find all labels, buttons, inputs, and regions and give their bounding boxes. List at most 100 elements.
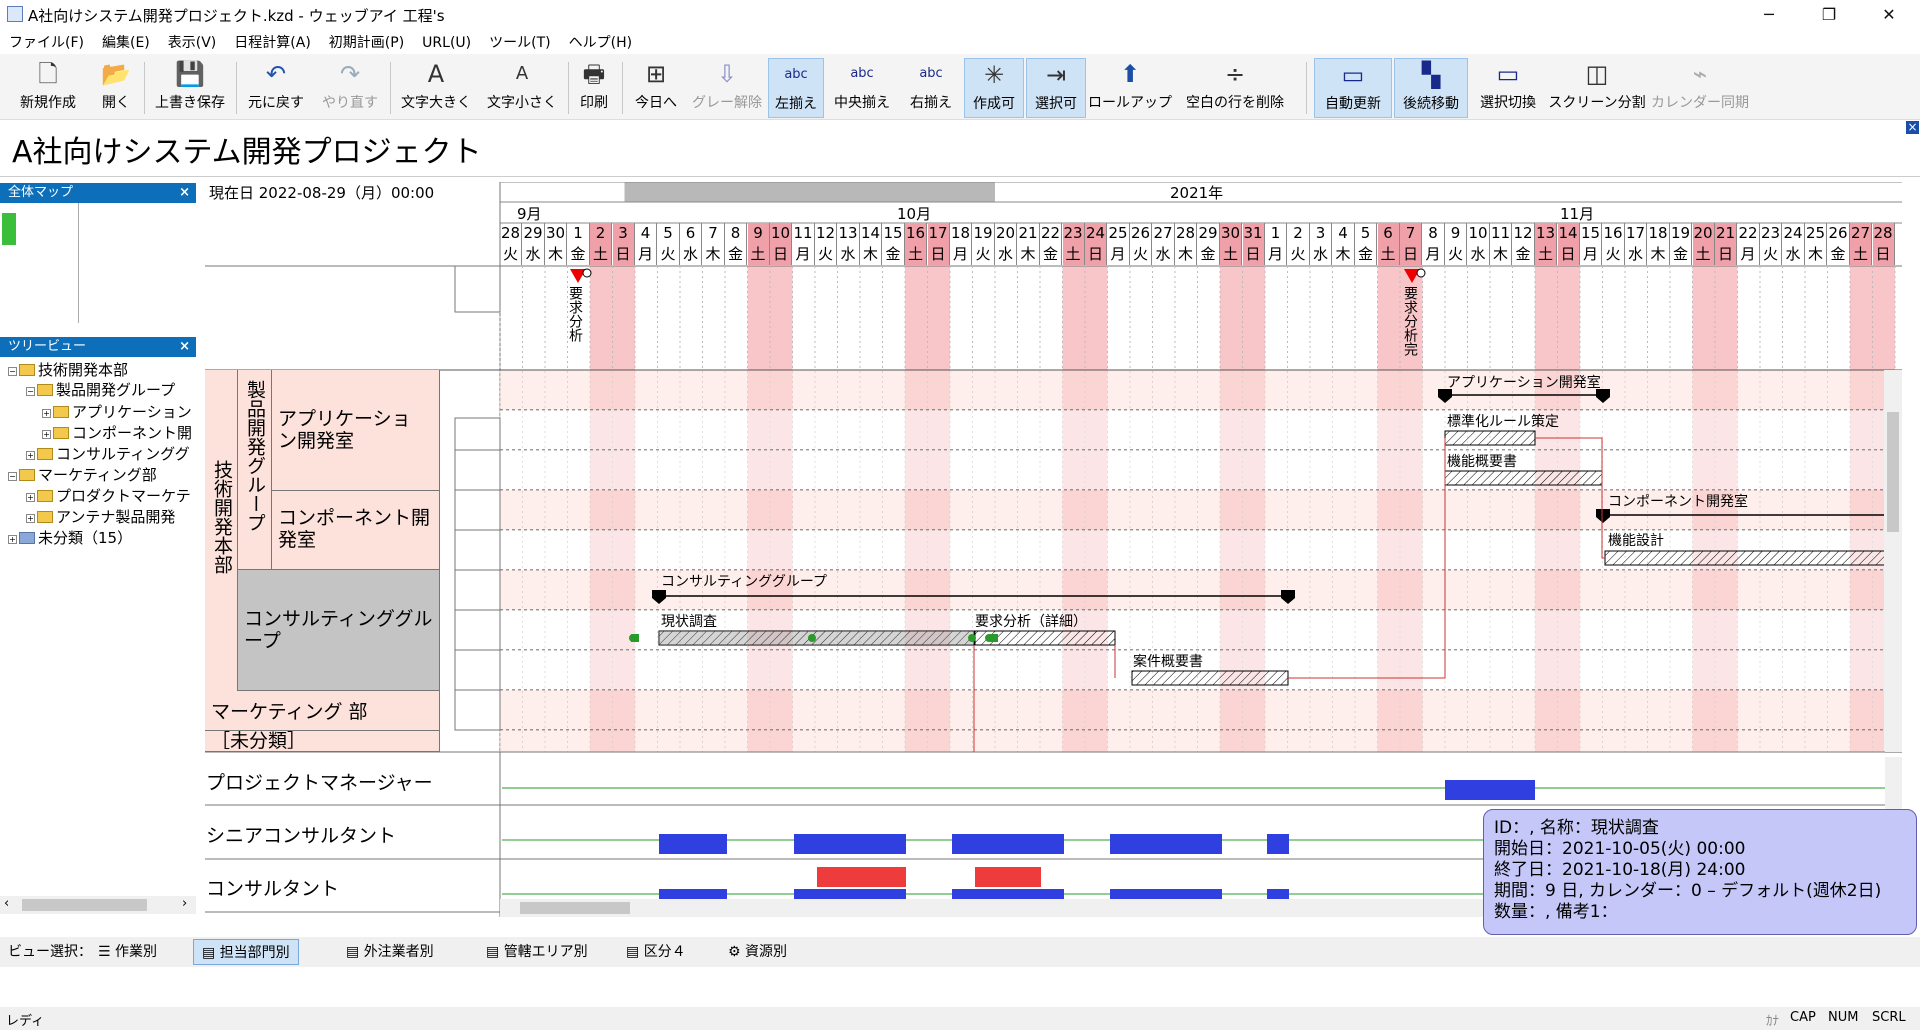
view-by-resource[interactable]: ⚙ 資源別: [720, 939, 795, 965]
maximize-button[interactable]: ❐: [1800, 0, 1858, 30]
row-box: [454, 489, 501, 531]
menu-view[interactable]: 表示(V): [159, 30, 226, 52]
row-header-app[interactable]: アプリケーション開発室: [272, 370, 440, 491]
calendar-sync-button[interactable]: ⌁ カレンダー同期: [1650, 58, 1750, 118]
tree-item-application[interactable]: + アプリケーション: [42, 401, 192, 422]
close-button[interactable]: ✕: [1860, 0, 1918, 30]
weekday-label: 土: [750, 245, 766, 263]
area-view-icon: ▤: [486, 944, 504, 960]
weekday-label: 日: [930, 245, 946, 263]
view-by-dept[interactable]: ▤ 担当部門別: [193, 939, 299, 965]
selection-toggle-button[interactable]: ▭ 選択切換: [1472, 58, 1544, 118]
row-band: [500, 690, 1900, 730]
tree-item-product-marketing[interactable]: + プロダクトマーケテ: [26, 485, 191, 506]
expand-icon[interactable]: +: [42, 409, 51, 418]
ungray-label: グレー解除: [692, 95, 762, 111]
scroll-right-icon[interactable]: ›: [182, 896, 187, 911]
delete-blank-rows-button[interactable]: ÷ 空白の行を削除: [1176, 58, 1294, 118]
select-enable-icon: ⇥: [1045, 61, 1067, 89]
day-header-cell: 20 土: [1692, 223, 1715, 265]
row-header-unclassified[interactable]: ［未分類］: [205, 730, 440, 752]
tree-item-marketing[interactable]: − マーケティング部: [8, 464, 157, 485]
auto-update-button[interactable]: ▭ 自動更新: [1314, 58, 1392, 118]
today-button[interactable]: ⊞ 今日へ: [626, 58, 686, 118]
screen-split-button[interactable]: ◫ スクリーン分割: [1548, 58, 1646, 118]
menu-initial-plan[interactable]: 初期計画(P): [320, 30, 413, 52]
folder-icon: [53, 406, 69, 418]
day-header-cell: 30 木: [545, 223, 567, 265]
create-enable-button[interactable]: ✳ 作成可: [964, 58, 1024, 118]
collapse-icon[interactable]: −: [8, 367, 17, 376]
close-title-icon[interactable]: ×: [1906, 121, 1919, 134]
row-header-group[interactable]: 製品開発グループ: [238, 370, 272, 570]
view-by-class4[interactable]: ▤ 区分４: [618, 939, 694, 965]
view-by-task[interactable]: ☰ 作業別: [90, 939, 165, 965]
rollup-button[interactable]: ⬆ ロールアップ: [1088, 58, 1172, 118]
tree-item-component[interactable]: + コンポーネント開: [42, 422, 192, 443]
select-enable-button[interactable]: ⇥ 選択可: [1026, 58, 1086, 118]
weekday-label: 土: [592, 245, 608, 263]
folder-icon: [19, 469, 35, 481]
menu-help[interactable]: ヘルプ(H): [560, 30, 641, 52]
app-icon: [7, 6, 23, 22]
row-header-marketing[interactable]: マーケティング 部: [205, 691, 440, 731]
overview-map[interactable]: [0, 203, 196, 323]
expand-icon[interactable]: +: [26, 493, 35, 502]
font-larger-icon: A: [427, 60, 445, 88]
font-larger-button[interactable]: A 文字大きく: [394, 58, 478, 118]
expand-icon[interactable]: +: [26, 451, 35, 460]
row-header-comp[interactable]: コンポーネント開発室: [272, 491, 440, 570]
undo-button[interactable]: ↶ 元に戻す: [240, 58, 312, 118]
expand-icon[interactable]: +: [42, 430, 51, 439]
menu-edit[interactable]: 編集(E): [93, 30, 159, 52]
open-button[interactable]: 📂 開く: [92, 58, 140, 118]
new-button[interactable]: 🗋 新規作成: [6, 58, 90, 118]
day-header-cell: 28 日: [1872, 223, 1895, 265]
screen-split-icon: ◫: [1585, 60, 1609, 88]
menu-file[interactable]: ファイル(F): [0, 30, 93, 52]
expand-icon[interactable]: +: [26, 514, 35, 523]
minimize-button[interactable]: ─: [1740, 0, 1798, 30]
tree-item-product-group[interactable]: − 製品開発グループ: [26, 379, 175, 400]
save-button[interactable]: 💾 上書き保存: [148, 58, 232, 118]
day-header-cell: 3水: [1310, 223, 1332, 265]
task-label: 機能概要書: [1447, 454, 1517, 470]
tree-item-unclassified[interactable]: + 未分類（15）: [8, 527, 132, 548]
redo-label: やり直す: [322, 95, 378, 111]
ungray-button[interactable]: ⇩ グレー解除: [688, 58, 766, 118]
menu-tools[interactable]: ツール(T): [480, 30, 559, 52]
day-header-cell: 15 金: [883, 223, 905, 265]
font-smaller-button[interactable]: A 文字小さく: [480, 58, 564, 118]
day-header-cell: 12 火: [815, 223, 837, 265]
tree-close-icon[interactable]: ×: [179, 337, 190, 357]
align-center-button[interactable]: abc 中央揃え: [826, 58, 898, 118]
tree-hscrollbar[interactable]: ‹ ›: [0, 896, 196, 914]
scroll-left-icon[interactable]: ‹: [4, 896, 9, 911]
align-right-button[interactable]: abc 右揃え: [900, 58, 962, 118]
overview-close-icon[interactable]: ×: [179, 183, 190, 203]
project-title-bar: A社向けシステム開発プロジェクト ×: [0, 121, 1920, 177]
align-right-icon: abc: [919, 66, 943, 81]
resource-bar: [794, 834, 906, 854]
expand-icon[interactable]: +: [8, 535, 17, 544]
tree-item-antenna[interactable]: + アンテナ製品開発: [26, 506, 175, 527]
weekday-label: 土: [907, 245, 923, 263]
marketing-label: マーケティング 部: [211, 701, 368, 723]
align-left-button[interactable]: abc 左揃え: [768, 58, 824, 118]
view-by-vendor[interactable]: ▤ 外注業者別: [338, 939, 442, 965]
menu-url[interactable]: URL(U): [413, 33, 480, 51]
successor-move-button[interactable]: ▚ 後続移動: [1394, 58, 1468, 118]
row-header-consult[interactable]: コンサルティンググループ: [238, 570, 440, 691]
tree-item-consulting[interactable]: + コンサルティンググ: [26, 443, 190, 464]
view-by-area[interactable]: ▤ 管轄エリア別: [478, 939, 596, 965]
day-header-cell: 6水: [680, 223, 702, 265]
collapse-icon[interactable]: −: [8, 472, 17, 481]
day-header-cell: 5火: [658, 223, 680, 265]
collapse-icon[interactable]: −: [26, 387, 35, 396]
tree-item-tech-dept[interactable]: − 技術開発本部: [8, 359, 128, 380]
scroll-thumb[interactable]: [22, 899, 147, 911]
print-button[interactable]: 🖶 印刷: [572, 58, 616, 118]
resource-label: プロジェクトマネージャー: [206, 772, 433, 794]
redo-button[interactable]: ↷ やり直す: [314, 58, 386, 118]
menu-schedule[interactable]: 日程計算(A): [225, 30, 320, 52]
